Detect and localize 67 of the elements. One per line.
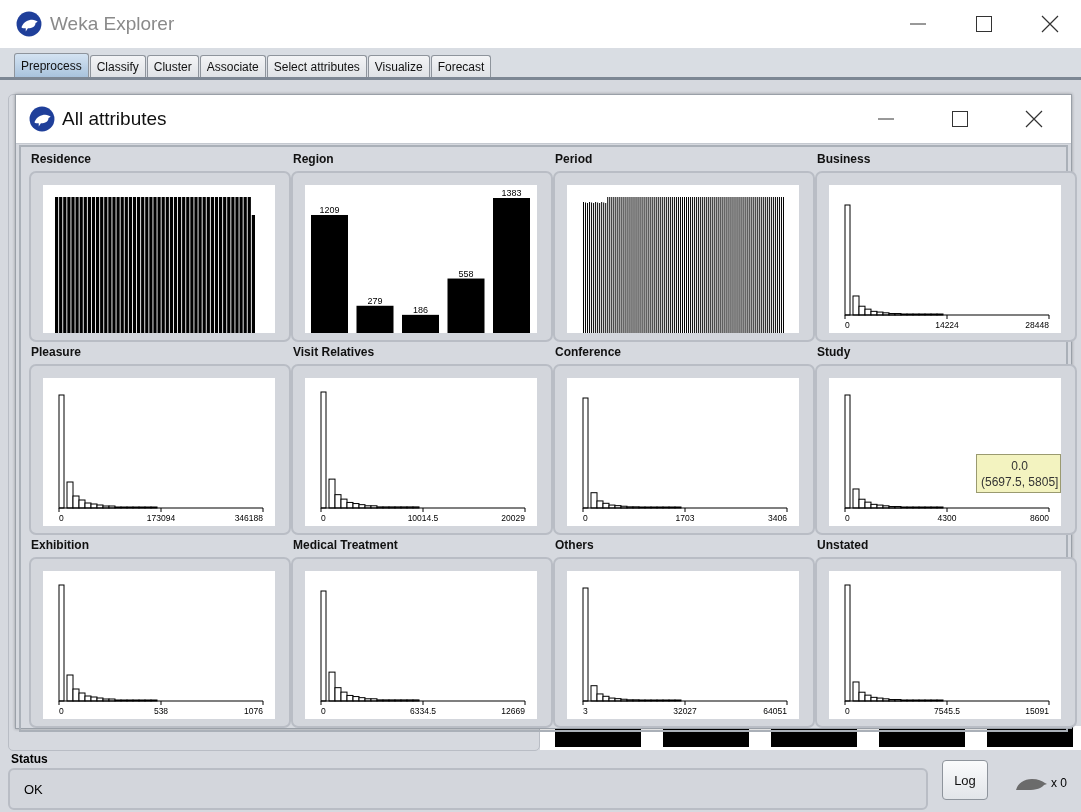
attribute-label: Unstated bbox=[816, 537, 870, 553]
tab[interactable]: Select attributes bbox=[266, 55, 367, 77]
bar bbox=[447, 278, 485, 333]
tick-label: 0 bbox=[321, 706, 326, 716]
close-icon[interactable] bbox=[1041, 15, 1059, 33]
tick-label: 0 bbox=[845, 320, 850, 330]
tick-label: 538 bbox=[153, 706, 169, 716]
tick-label: 4300 bbox=[937, 513, 957, 523]
attribute-label: Residence bbox=[30, 151, 93, 167]
tab[interactable]: Visualize bbox=[367, 55, 430, 77]
bar bbox=[402, 314, 439, 333]
tick-label: 7545.5 bbox=[934, 706, 960, 716]
tick-label: 1703 bbox=[675, 513, 695, 523]
tick-label: 173094 bbox=[146, 513, 176, 523]
tab[interactable]: Cluster bbox=[146, 55, 199, 77]
tab[interactable]: Classify bbox=[89, 55, 146, 77]
tick-label: 0 bbox=[59, 513, 64, 523]
window-title: Weka Explorer bbox=[50, 13, 176, 35]
maximize-icon[interactable] bbox=[951, 110, 969, 128]
attribute-label: Period bbox=[554, 151, 594, 167]
tick-label: 6334.5 bbox=[410, 706, 436, 716]
task-count: x 0 bbox=[1051, 776, 1067, 790]
tick-label: 64051 bbox=[763, 706, 787, 716]
tick-label: 12669 bbox=[501, 706, 525, 716]
dialog-title: All attributes bbox=[62, 108, 168, 130]
status-message: OK bbox=[8, 768, 928, 810]
bird-logo-icon bbox=[29, 106, 55, 132]
bar bbox=[356, 305, 394, 333]
tick-label: 0 bbox=[321, 513, 326, 523]
attribute-label: Region bbox=[292, 151, 335, 167]
tooltip: 0.0 (5697.5, 5805] bbox=[976, 454, 1062, 493]
tab[interactable]: Associate bbox=[199, 55, 266, 77]
close-icon[interactable] bbox=[1025, 110, 1043, 128]
bird-logo-icon bbox=[16, 11, 42, 37]
tab[interactable]: Preprocess bbox=[14, 53, 89, 77]
tick-label: 20029 bbox=[501, 513, 525, 523]
log-button[interactable]: Log bbox=[942, 760, 988, 800]
attribute-label: Study bbox=[816, 344, 852, 360]
tick-label: 3406 bbox=[768, 513, 787, 523]
attribute-label: Business bbox=[816, 151, 872, 167]
tick-label: 0 bbox=[59, 706, 64, 716]
tick-label: 10014.5 bbox=[407, 513, 439, 523]
tick-label: 346188 bbox=[234, 513, 263, 523]
attribute-label: Visit Relatives bbox=[292, 344, 376, 360]
tick-label: 1076 bbox=[244, 706, 263, 716]
attribute-label: Conference bbox=[554, 344, 623, 360]
bar-value-label: 558 bbox=[458, 268, 474, 279]
attribute-label: Medical Treatment bbox=[292, 537, 399, 553]
bar-value-label: 1209 bbox=[319, 205, 340, 215]
attribute-label: Exhibition bbox=[30, 537, 90, 553]
tick-label: 0 bbox=[845, 513, 850, 523]
tick-label: 14224 bbox=[935, 320, 959, 330]
bar-value-label: 1383 bbox=[501, 188, 522, 198]
tick-label: 3 bbox=[583, 706, 588, 716]
tick-label: 32027 bbox=[673, 706, 697, 716]
tick-label: 15091 bbox=[1025, 706, 1049, 716]
status-label: Status bbox=[10, 752, 49, 767]
attribute-label: Others bbox=[554, 537, 595, 553]
tick-label: 0 bbox=[845, 706, 850, 716]
maximize-icon[interactable] bbox=[975, 15, 993, 33]
bar-value-label: 279 bbox=[367, 295, 383, 306]
tab[interactable]: Forecast bbox=[430, 55, 492, 77]
tick-label: 8600 bbox=[1030, 513, 1049, 523]
tick-label: 28448 bbox=[1025, 320, 1049, 330]
attribute-label: Pleasure bbox=[30, 344, 83, 360]
tick-label: 0 bbox=[583, 513, 588, 523]
bar-value-label: 186 bbox=[413, 304, 428, 315]
